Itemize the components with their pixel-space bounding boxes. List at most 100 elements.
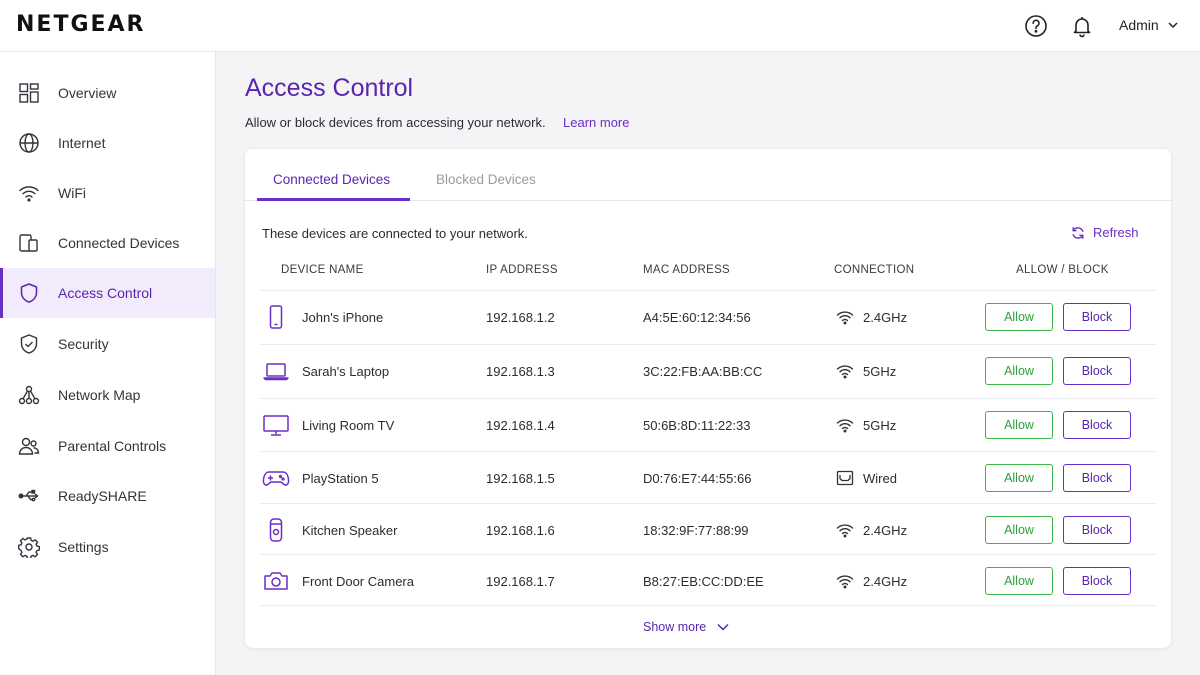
device-name: PlayStation 5	[302, 471, 379, 486]
page-description: Allow or block devices from accessing yo…	[245, 115, 546, 130]
chevron-down-icon	[1168, 22, 1178, 29]
allow-button[interactable]: Allow	[985, 411, 1053, 439]
refresh-button[interactable]: Refresh	[1071, 225, 1139, 240]
gamepad-icon	[262, 471, 290, 486]
table-row: Kitchen Speaker 192.168.1.6 18:32:9F:77:…	[260, 503, 1156, 556]
user-label: Admin	[1119, 17, 1159, 33]
gear-icon	[18, 537, 40, 558]
allow-button[interactable]: Allow	[985, 303, 1053, 331]
sidebar-item-wifi[interactable]: WiFi	[0, 168, 215, 218]
sidebar-item-settings[interactable]: Settings	[0, 522, 215, 572]
block-button[interactable]: Block	[1063, 464, 1131, 492]
globe-icon	[19, 133, 39, 153]
tab-bar: Connected Devices Blocked Devices	[245, 149, 1171, 201]
sidebar-item-overview[interactable]: Overview	[0, 68, 215, 118]
connection-type: 5GHz	[863, 364, 897, 379]
connection-type: Wired	[863, 471, 897, 486]
mac-address: A4:5E:60:12:34:56	[643, 310, 751, 325]
devices-icon	[19, 234, 38, 252]
netgear-logo[interactable]: NETGEAR	[16, 12, 146, 37]
refresh-label: Refresh	[1093, 225, 1139, 240]
table-row: Sarah's Laptop 192.168.1.3 3C:22:FB:AA:B…	[260, 344, 1156, 397]
bell-icon[interactable]	[1070, 14, 1094, 38]
sidebar-item-internet[interactable]: Internet	[0, 118, 215, 168]
speaker-icon	[269, 518, 283, 542]
device-name: Kitchen Speaker	[302, 523, 398, 538]
sidebar-item-access-control[interactable]: Access Control	[0, 268, 215, 318]
chevron-down-icon	[717, 623, 729, 631]
connection-type: 5GHz	[863, 418, 897, 433]
mac-address: 3C:22:FB:AA:BB:CC	[643, 364, 763, 379]
table-row: Living Room TV 192.168.1.4 50:6B:8D:11:2…	[260, 398, 1156, 451]
ip-address: 192.168.1.3	[486, 364, 555, 379]
ip-address: 192.168.1.7	[486, 574, 555, 589]
wifi-icon	[19, 186, 39, 202]
column-header-ip-address: IP ADDRESS	[486, 264, 558, 276]
card-description: These devices are connected to your netw…	[262, 226, 528, 241]
column-header-device-name: DEVICE NAME	[281, 264, 364, 276]
sidebar-item-label: ReadySHARE	[58, 488, 147, 504]
sidebar-item-network-map[interactable]: Network Map	[0, 370, 215, 420]
network-map-icon	[18, 385, 40, 405]
sidebar-item-label: Parental Controls	[58, 438, 167, 454]
user-menu[interactable]: Admin	[1119, 17, 1179, 33]
learn-more-link[interactable]: Learn more	[563, 115, 629, 130]
block-button[interactable]: Block	[1063, 411, 1131, 439]
phone-icon	[269, 305, 283, 329]
tab-blocked-devices[interactable]: Blocked Devices	[436, 172, 536, 187]
camera-icon	[264, 572, 288, 590]
sidebar: Overview Internet WiFi Connected Devices…	[0, 52, 216, 675]
sidebar-item-security[interactable]: Security	[0, 319, 215, 369]
allow-button[interactable]: Allow	[985, 357, 1053, 385]
help-circle-icon[interactable]	[1024, 14, 1048, 38]
sidebar-item-label: Security	[58, 336, 109, 352]
column-header-connection: CONNECTION	[834, 264, 915, 276]
connection-type: 2.4GHz	[863, 310, 908, 325]
sidebar-item-label: Access Control	[58, 285, 153, 301]
device-name: Sarah's Laptop	[302, 364, 390, 379]
table-row: PlayStation 5 192.168.1.5 D0:76:E7:44:55…	[260, 451, 1156, 504]
block-button[interactable]: Block	[1063, 516, 1131, 544]
usb-icon	[18, 489, 39, 502]
allow-button[interactable]: Allow	[985, 464, 1053, 492]
sidebar-item-parental-controls[interactable]: Parental Controls	[0, 421, 215, 471]
sidebar-item-label: WiFi	[58, 185, 86, 201]
wifi-icon	[836, 524, 854, 538]
ip-address: 192.168.1.4	[486, 418, 555, 433]
show-more-label: Show more	[643, 620, 707, 634]
ip-address: 192.168.1.6	[486, 523, 555, 538]
refresh-icon	[1072, 226, 1084, 239]
device-name: John's iPhone	[302, 310, 384, 325]
ip-address: 192.168.1.2	[486, 310, 555, 325]
shield-check-icon	[20, 334, 38, 354]
tab-connected-devices[interactable]: Connected Devices	[273, 172, 390, 187]
table-divider	[260, 605, 1156, 606]
mac-address: D0:76:E7:44:55:66	[643, 471, 752, 486]
sidebar-item-readyshare[interactable]: ReadySHARE	[0, 471, 215, 521]
wifi-icon	[836, 311, 854, 325]
mac-address: B8:27:EB:CC:DD:EE	[643, 574, 764, 589]
allow-button[interactable]: Allow	[985, 516, 1053, 544]
mac-address: 50:6B:8D:11:22:33	[643, 418, 751, 433]
block-button[interactable]: Block	[1063, 303, 1131, 331]
column-header-allow-block: ALLOW / BLOCK	[1016, 264, 1109, 276]
table-row: John's iPhone 192.168.1.2 A4:5E:60:12:34…	[260, 290, 1156, 343]
ip-address: 192.168.1.5	[486, 471, 555, 486]
sidebar-item-label: Connected Devices	[58, 235, 180, 251]
device-name: Living Room TV	[302, 418, 395, 433]
block-button[interactable]: Block	[1063, 357, 1131, 385]
allow-button[interactable]: Allow	[985, 567, 1053, 595]
sidebar-item-label: Settings	[58, 539, 109, 555]
dashboard-icon	[19, 83, 39, 103]
sidebar-item-label: Overview	[58, 85, 117, 101]
column-header-mac-address: MAC ADDRESS	[643, 264, 731, 276]
tv-icon	[263, 415, 289, 436]
device-name: Front Door Camera	[302, 574, 414, 589]
shield-icon	[20, 283, 38, 303]
ethernet-icon	[836, 470, 854, 486]
block-button[interactable]: Block	[1063, 567, 1131, 595]
sidebar-item-connected-devices[interactable]: Connected Devices	[0, 218, 215, 268]
table-row: Front Door Camera 192.168.1.7 B8:27:EB:C…	[260, 554, 1156, 607]
show-more-button[interactable]: Show more	[643, 620, 730, 634]
top-bar: NETGEAR Admin	[0, 0, 1200, 52]
